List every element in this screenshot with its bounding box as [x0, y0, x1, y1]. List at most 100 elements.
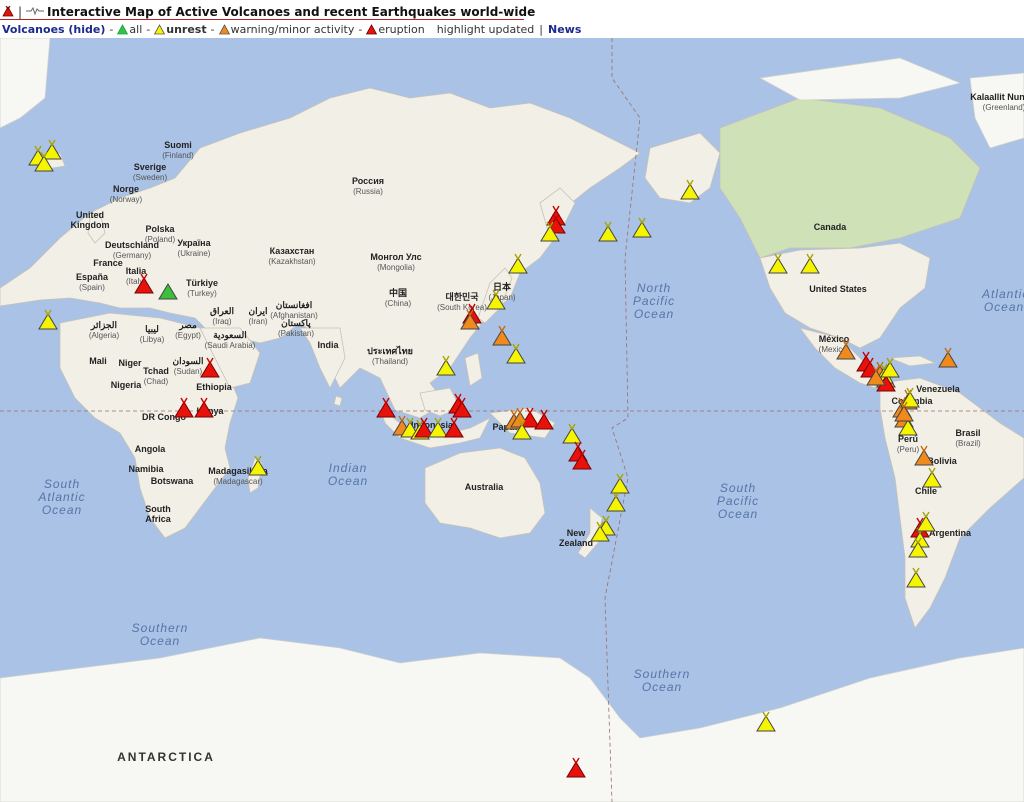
- eruption-volcano-marker[interactable]: [193, 397, 215, 419]
- unrest-volcano-marker[interactable]: [907, 537, 929, 559]
- smoke-plume-icon: [604, 221, 612, 229]
- smoke-plume-icon: [180, 397, 188, 405]
- label-australia: Australia: [464, 482, 504, 492]
- label-mongolia: Монгол Улс (Mongolia): [370, 252, 422, 272]
- unrest-volcano-marker[interactable]: [921, 467, 943, 489]
- legend-row: Volcanoes (hide) - all - unrest - warnin…: [2, 21, 581, 37]
- philippines: [464, 352, 483, 387]
- smoke-plume-icon: [900, 401, 908, 409]
- warning-volcano-marker[interactable]: [835, 339, 857, 361]
- yellow-triangle-icon: [154, 23, 166, 34]
- unrest-volcano-marker[interactable]: [435, 355, 457, 377]
- unrest-volcano-marker[interactable]: [539, 221, 561, 243]
- label-north-pacific: North Pacific Ocean: [632, 281, 676, 321]
- warning-volcano-marker[interactable]: [459, 309, 481, 331]
- unrest-volcano-marker[interactable]: [247, 455, 269, 477]
- label-atlantic: Atlantic Ocean: [982, 287, 1024, 314]
- warning-volcano-marker[interactable]: [937, 347, 959, 369]
- label-kazakhstan: Казахстан (Kazakhstan): [268, 246, 316, 266]
- unrest-volcano-marker[interactable]: [37, 309, 59, 331]
- unrest-volcano-marker[interactable]: [507, 253, 529, 275]
- smoke-plume-icon: [762, 711, 770, 719]
- label-namibia: Namibia: [128, 464, 164, 474]
- label-brazil: Brasil (Brazil): [955, 428, 981, 448]
- eruption-volcano-marker[interactable]: [133, 273, 155, 295]
- label-libya: ليبيا (Libya): [139, 324, 165, 344]
- label-russia: Россия (Russia): [352, 176, 384, 196]
- warning-volcano-marker[interactable]: [913, 445, 935, 467]
- legend-all-label: all: [129, 22, 143, 36]
- smoke-plume-icon: [906, 387, 914, 395]
- legend-warning[interactable]: warning/minor activity: [218, 23, 354, 36]
- smoke-plume-icon: [200, 397, 208, 405]
- eruption-volcano-marker[interactable]: [173, 397, 195, 419]
- volcanoes-hide-link[interactable]: Volcanoes (hide): [2, 23, 105, 36]
- smoke-plume-icon: [206, 357, 214, 365]
- unrest-volcano-marker[interactable]: [505, 343, 527, 365]
- unrest-volcano-marker[interactable]: [799, 253, 821, 275]
- smoke-plume-icon: [806, 253, 814, 261]
- orange-triangle-icon: [218, 23, 230, 34]
- legend-dash: -: [146, 22, 151, 36]
- eruption-volcano-marker[interactable]: [443, 417, 465, 439]
- smoke-plume-icon: [254, 455, 262, 463]
- unrest-volcano-marker[interactable]: [605, 491, 627, 513]
- label-china: 中国 (China): [384, 288, 412, 308]
- label-southern-ocean-east: Southern Ocean: [633, 667, 691, 694]
- unrest-volcano-marker[interactable]: [755, 711, 777, 733]
- smoke-plume-icon: [616, 473, 624, 481]
- unrest-volcano-marker[interactable]: [33, 151, 55, 173]
- red-triangle-icon: [366, 23, 378, 34]
- label-iran: ایران (Iran): [248, 306, 268, 326]
- eruption-volcano-marker[interactable]: [533, 409, 555, 431]
- smoke-plume-icon: [568, 423, 576, 431]
- legend-unrest[interactable]: unrest: [154, 23, 207, 36]
- title-underline: [0, 19, 524, 20]
- legend-dash: -: [109, 22, 114, 36]
- eruption-volcano-marker[interactable]: [199, 357, 221, 379]
- unrest-volcano-marker[interactable]: [589, 521, 611, 543]
- all-volcano-marker[interactable]: [157, 279, 179, 301]
- unrest-volcano-marker[interactable]: [631, 217, 653, 239]
- unrest-volcano-marker[interactable]: [915, 511, 937, 533]
- label-egypt: مصر (Egypt): [175, 320, 201, 340]
- smoke-plume-icon: [574, 441, 582, 449]
- label-mali: Mali: [89, 356, 107, 366]
- unrest-volcano-marker[interactable]: [485, 289, 507, 311]
- smoke-plume-icon: [552, 205, 560, 213]
- label-thailand: ประเทศไทย (Thailand): [367, 346, 413, 366]
- antarctica: [0, 637, 1024, 802]
- warning-volcano-marker[interactable]: [893, 401, 915, 423]
- highlight-updated-toggle[interactable]: highlight updated: [437, 23, 535, 36]
- label-sweden: Sverige (Sweden): [132, 162, 168, 182]
- label-indian-ocean: Indian Ocean: [327, 461, 369, 488]
- earthquake-icon[interactable]: [26, 5, 45, 19]
- smoke-plume-icon: [578, 449, 586, 457]
- unrest-volcano-marker[interactable]: [597, 221, 619, 243]
- legend-all[interactable]: all: [117, 23, 142, 36]
- smoke-plume-icon: [638, 217, 646, 225]
- smoke-plume-icon: [686, 179, 694, 187]
- unrest-volcano-marker[interactable]: [767, 253, 789, 275]
- label-south-atlantic: South Atlantic Ocean: [38, 477, 86, 517]
- smoke-plume-icon: [944, 347, 952, 355]
- smoke-plume-icon: [572, 757, 580, 765]
- smoke-plume-icon: [518, 419, 526, 427]
- eruption-volcano-marker[interactable]: [565, 757, 587, 779]
- volcano-icon[interactable]: [2, 5, 14, 20]
- label-finland: Suomi (Finland): [162, 140, 194, 160]
- legend-eruption[interactable]: eruption: [366, 23, 425, 36]
- eruption-volcano-marker[interactable]: [571, 449, 593, 471]
- smoke-plume-icon: [912, 567, 920, 575]
- unrest-volcano-marker[interactable]: [905, 567, 927, 589]
- unrest-volcano-marker[interactable]: [679, 179, 701, 201]
- eruption-volcano-marker[interactable]: [451, 397, 473, 419]
- australia: [424, 447, 546, 539]
- news-link[interactable]: News: [548, 23, 581, 36]
- sri-lanka: [333, 395, 343, 407]
- world-map[interactable]: Suomi (Finland) Sverige (Sweden) Norge (Nor…: [0, 38, 1024, 802]
- unrest-volcano-marker[interactable]: [511, 419, 533, 441]
- header-bar: | Interactive Map of Active Volcanoes an…: [0, 0, 1024, 38]
- label-iraq: العراق (Iraq): [209, 306, 235, 326]
- unrest-volcano-marker[interactable]: [879, 357, 901, 379]
